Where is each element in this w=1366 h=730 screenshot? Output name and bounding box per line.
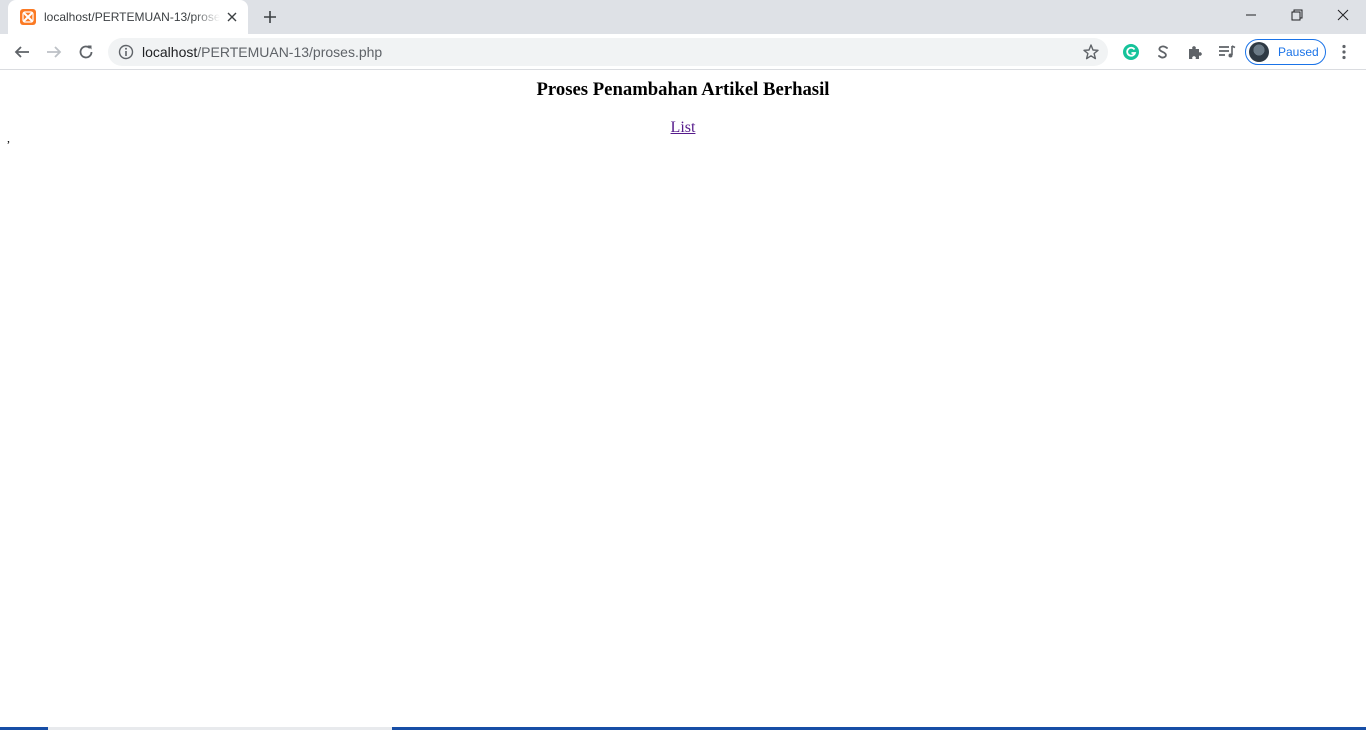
media-queue-icon[interactable] <box>1213 38 1241 66</box>
url-host: localhost <box>142 44 198 60</box>
tab-title: localhost/PERTEMUAN-13/proses.php <box>44 10 220 24</box>
tab-active[interactable]: localhost/PERTEMUAN-13/proses.php <box>8 0 248 34</box>
back-button[interactable] <box>8 38 36 66</box>
tab-strip: localhost/PERTEMUAN-13/proses.php <box>0 0 1366 34</box>
new-tab-button[interactable] <box>258 5 282 29</box>
url-text[interactable]: localhost/PERTEMUAN-13/proses.php <box>142 44 382 60</box>
avatar <box>1249 42 1269 62</box>
list-link-container: List <box>0 119 1366 137</box>
minimize-button[interactable] <box>1228 0 1274 30</box>
forward-button[interactable] <box>40 38 68 66</box>
browser-toolbar: localhost/PERTEMUAN-13/proses.php Paused <box>0 34 1366 70</box>
site-info-icon[interactable] <box>118 44 134 60</box>
profile-status-label: Paused <box>1278 45 1319 59</box>
restore-button[interactable] <box>1274 0 1320 30</box>
xampp-icon <box>20 9 36 25</box>
grammarly-icon[interactable] <box>1117 38 1145 66</box>
reload-button[interactable] <box>72 38 100 66</box>
s-extension-icon[interactable] <box>1149 38 1177 66</box>
profile-button[interactable]: Paused <box>1245 39 1326 65</box>
page-title: Proses Penambahan Artikel Berhasil <box>536 79 830 100</box>
stray-text: , <box>7 131 10 145</box>
page-content: Proses Penambahan Artikel Berhasil List … <box>0 71 1366 728</box>
tab-close-icon[interactable] <box>224 9 240 25</box>
url-path: /PERTEMUAN-13/proses.php <box>197 44 383 60</box>
bookmark-star-icon[interactable] <box>1082 43 1100 61</box>
list-link[interactable]: List <box>671 119 696 136</box>
puzzle-icon[interactable] <box>1181 38 1209 66</box>
close-window-button[interactable] <box>1320 0 1366 30</box>
address-bar[interactable]: localhost/PERTEMUAN-13/proses.php <box>108 38 1108 66</box>
menu-kebab-icon[interactable] <box>1330 38 1358 66</box>
